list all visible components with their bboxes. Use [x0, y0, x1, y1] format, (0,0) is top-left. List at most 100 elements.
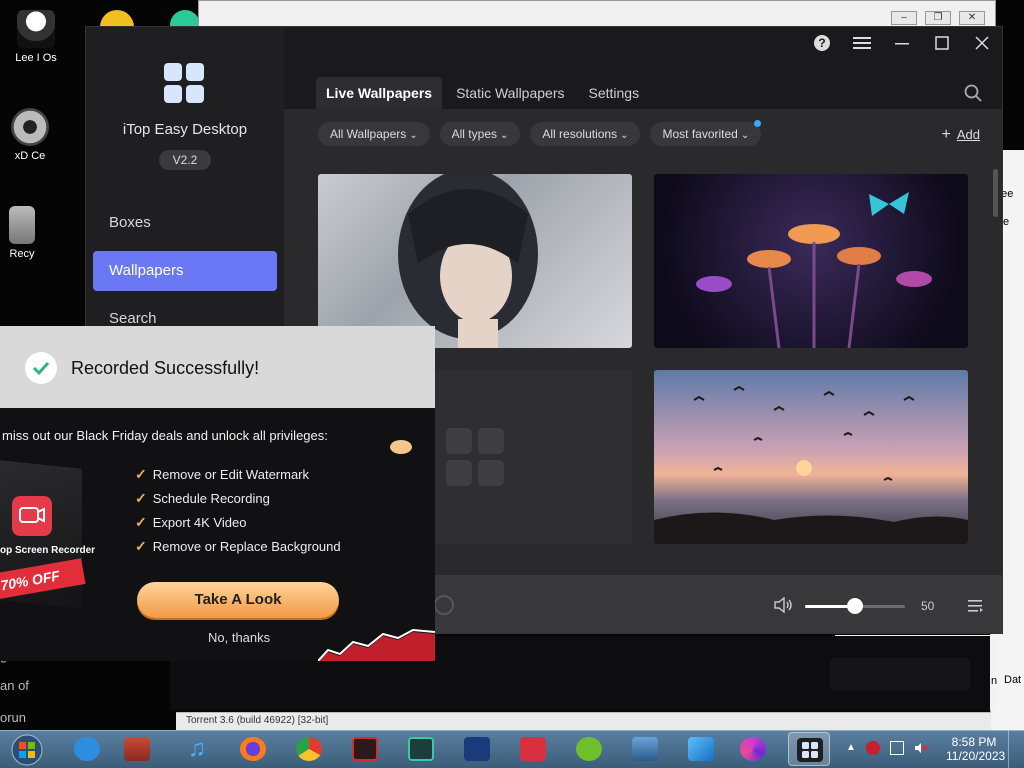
hamburger-icon	[853, 37, 871, 49]
start-button[interactable]	[6, 733, 48, 767]
desktop-text: an of	[0, 678, 29, 693]
success-check-icon	[25, 352, 57, 384]
restore-button[interactable]: ❐	[925, 11, 951, 25]
scrollbar[interactable]	[993, 169, 998, 217]
nav-item-wallpapers[interactable]: Wallpapers	[93, 251, 277, 291]
filter-label: All resolutions	[542, 127, 618, 141]
desktop-icon-label: Lee I Os	[15, 52, 57, 64]
desktop-icon-shortcut[interactable]: xD Ce	[0, 108, 60, 162]
filter-label: All types	[451, 127, 497, 141]
taskbar-itunes[interactable]: ♫	[176, 732, 218, 766]
speaker-icon[interactable]	[774, 597, 794, 613]
desktop-icon-recycle-bin[interactable]: Recy	[0, 206, 52, 260]
background-window-strip[interactable]: Torrent 3.6 (build 46922) [32-bit]	[176, 712, 991, 730]
taskbar-utorrent[interactable]	[568, 732, 610, 766]
notification-dot	[754, 120, 762, 127]
taskbar-app-red[interactable]	[344, 732, 386, 766]
plus-icon: +	[941, 126, 951, 143]
recorded-success-popup: Recorded Successfully! miss out our Blac…	[0, 326, 435, 661]
coin-decoration-icon	[390, 440, 412, 454]
taskbar-app-image[interactable]	[624, 732, 666, 766]
taskbar-chrome[interactable]	[288, 732, 330, 766]
feature-label: Schedule Recording	[152, 491, 270, 506]
volume-value: 50	[921, 599, 935, 613]
feature-item: ✓ Remove or Replace Background	[135, 538, 341, 555]
tab-bar: Live Wallpapers Static Wallpapers Settin…	[316, 77, 649, 109]
volume-muted-icon[interactable]	[914, 741, 928, 755]
avatar-figure-icon	[17, 10, 55, 48]
help-button[interactable]: ?	[802, 27, 842, 59]
menu-button[interactable]	[842, 27, 882, 59]
pink-circle-icon	[740, 737, 766, 761]
search-icon[interactable]	[964, 84, 982, 102]
playlist-icon[interactable]	[968, 599, 984, 613]
filter-all-wallpapers[interactable]: All Wallpapers ⌄	[318, 122, 430, 146]
bg-window-text: Dat	[1004, 674, 1022, 686]
add-wallpaper-button[interactable]: + Add	[942, 126, 980, 144]
version-badge: V2.2	[159, 150, 211, 170]
minimize-button[interactable]: –	[891, 11, 917, 25]
filter-all-types[interactable]: All types ⌄	[439, 122, 521, 146]
desktop-text: orun	[0, 710, 27, 725]
chevron-down-icon: ⌄	[500, 130, 509, 141]
red-gear-icon	[352, 737, 378, 761]
taskbar-firefox[interactable]	[232, 732, 274, 766]
feature-item: ✓ Export 4K Video	[135, 514, 246, 531]
window-controls: ?	[802, 27, 1002, 59]
taskbar-archive-app[interactable]	[116, 732, 158, 766]
wallpaper-thumbnail[interactable]	[654, 174, 968, 348]
screen-recorder-logo-icon	[12, 496, 52, 536]
windows-logo-icon	[11, 734, 43, 766]
background-button[interactable]	[830, 658, 970, 690]
bg-window-text: n	[991, 675, 998, 687]
taskbar-app-shield[interactable]	[400, 732, 442, 766]
firefox-icon	[240, 737, 266, 761]
minimize-button[interactable]	[882, 27, 922, 59]
no-thanks-link[interactable]: No, thanks	[208, 630, 270, 645]
fantasy-mushroom-wallpaper-image	[696, 192, 932, 348]
sunset-birds-wallpaper-image	[654, 385, 968, 544]
taskbar-internet-explorer[interactable]	[66, 732, 108, 766]
chrome-icon	[296, 737, 322, 761]
maximize-button[interactable]	[922, 27, 962, 59]
taskbar-screen-recorder[interactable]	[512, 732, 554, 766]
play-icon[interactable]	[434, 595, 454, 615]
filter-all-resolutions[interactable]: All resolutions ⌄	[530, 122, 641, 146]
taskbar-app-pink[interactable]	[732, 732, 774, 766]
check-icon: ✓	[135, 538, 147, 554]
wallpaper-thumbnail[interactable]	[654, 370, 968, 544]
anime-girl-wallpaper-image	[398, 174, 538, 348]
tray-app-icon[interactable]	[866, 741, 880, 755]
tab-settings[interactable]: Settings	[579, 77, 650, 109]
question-icon: ?	[814, 35, 830, 51]
blue-shield-icon	[464, 737, 490, 761]
filter-label: Most favorited	[662, 127, 738, 141]
filter-label: All Wallpapers	[330, 127, 407, 141]
taskbar-clock[interactable]: 8:58 PM 11/20/2023	[946, 735, 1005, 763]
wallpaper-thumbnail[interactable]	[318, 174, 632, 348]
feature-label: Remove or Edit Watermark	[152, 467, 310, 482]
utorrent-icon	[576, 737, 602, 761]
close-button[interactable]: ✕	[959, 11, 985, 25]
taskbar-itop-easy-desktop[interactable]	[788, 732, 830, 766]
tab-static-wallpapers[interactable]: Static Wallpapers	[446, 77, 574, 109]
desktop-icon-label: xD Ce	[14, 150, 46, 162]
volume-slider-handle[interactable]	[847, 598, 863, 614]
tab-live-wallpapers[interactable]: Live Wallpapers	[316, 77, 443, 109]
desktop-icon-shortcut[interactable]: Lee I Os	[6, 10, 66, 64]
image-viewer-icon	[632, 737, 658, 761]
desktop-icon-label: Recy	[9, 248, 35, 260]
show-desktop-button[interactable]	[1008, 730, 1024, 768]
taskbar-app-vpn[interactable]	[456, 732, 498, 766]
popup-title: Recorded Successfully!	[71, 358, 260, 378]
network-icon[interactable]	[890, 741, 904, 755]
nav-item-boxes[interactable]: Boxes	[93, 203, 277, 243]
take-a-look-button[interactable]: Take A Look	[137, 582, 339, 618]
tray-expand-icon[interactable]: ▲	[846, 742, 856, 753]
taskbar-app-arrows[interactable]	[680, 732, 722, 766]
music-note-icon: ♫	[188, 735, 206, 762]
close-button[interactable]	[962, 27, 1002, 59]
filter-most-favorited[interactable]: Most favorited ⌄	[650, 120, 762, 146]
feature-item: ✓ Remove or Edit Watermark	[135, 466, 309, 483]
close-icon	[975, 36, 989, 50]
